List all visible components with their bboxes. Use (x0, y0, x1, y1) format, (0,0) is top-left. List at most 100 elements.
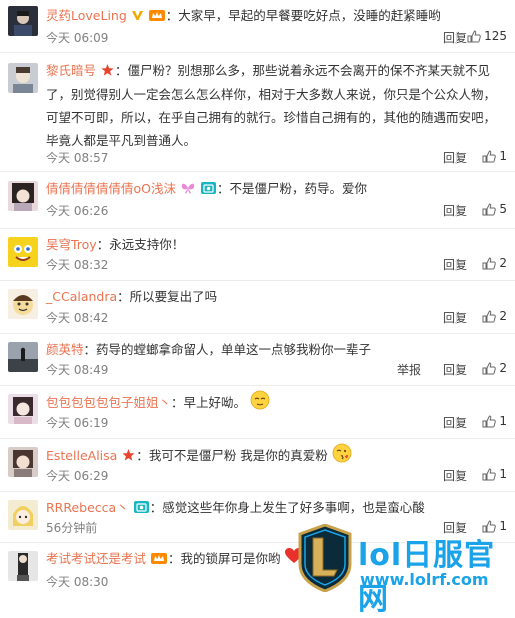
report-button[interactable]: 举报 (397, 361, 421, 378)
comment-time: 今天 08:30 (46, 575, 109, 589)
comment-username[interactable]: 倩倩倩倩倩倩倩oO浅沫 (46, 181, 176, 196)
avatar[interactable] (8, 63, 38, 93)
comment-text: 大家早，早起的早餐要吃好点，没睡的赶紧睡哟 (178, 8, 441, 23)
comment-text: 我可不是僵尸粉 我是你的真爱粉 (148, 448, 328, 463)
like-count: 1 (499, 467, 507, 481)
comment-username[interactable]: 考试考试还是考试 (46, 551, 146, 566)
comment-text: 药导的螳螂拿命留人，单单这一点够我粉你一辈子 (96, 342, 372, 357)
kiss-emoji-icon (332, 443, 352, 470)
lol-logo-icon (296, 523, 354, 593)
thumbs-up-icon (482, 202, 497, 216)
comment-text: 我的锁屏可是你哟 (180, 551, 281, 566)
comment-time: 今天 08:57 (46, 151, 109, 165)
reply-button[interactable]: 回复 (443, 256, 467, 273)
reply-button[interactable]: 回复 (443, 467, 467, 484)
like-button[interactable]: 1 (482, 414, 507, 428)
avatar[interactable] (8, 181, 38, 211)
comment-time: 今天 06:29 (46, 469, 109, 483)
comment-username[interactable]: 灵药LoveLing (46, 8, 127, 23)
comment-username[interactable]: 黎氏暗号 (46, 63, 96, 78)
like-count: 125 (484, 29, 507, 43)
camera-badge-icon (200, 178, 216, 201)
comment-list: 灵药LoveLing ：大家早，早起的早餐要吃好点，没睡的赶紧睡哟 今天 06:… (0, 0, 515, 603)
avatar[interactable] (8, 500, 38, 530)
comment-text: 早上好呦。 (183, 395, 247, 410)
divider (456, 205, 457, 217)
avatar[interactable] (8, 289, 38, 319)
comment-text: 所以要复出了吗 (129, 289, 218, 304)
like-count: 2 (499, 309, 507, 323)
vip-crown-icon (151, 548, 167, 571)
like-button[interactable]: 5 (482, 202, 507, 216)
like-button[interactable]: 1 (482, 467, 507, 481)
like-button[interactable]: 1 (482, 149, 507, 163)
thumbs-up-icon (482, 361, 497, 375)
comment-username[interactable]: _CCalandra (46, 289, 117, 304)
divider (456, 152, 457, 164)
comment-time: 今天 08:49 (46, 363, 109, 377)
comment-username[interactable]: 吴穹Troy (46, 237, 97, 252)
comment-item: 吴穹Troy：永远支持你！ 今天 08:32 回复 2 (0, 229, 515, 281)
divider (456, 32, 457, 44)
watermark: lol日服官网 www.lolrf.com (296, 523, 515, 617)
comment-time: 今天 06:19 (46, 416, 109, 430)
like-button[interactable]: 2 (482, 256, 507, 270)
reply-button[interactable]: 回复 (443, 309, 467, 326)
thumbs-up-icon (482, 467, 497, 481)
comment-time: 今天 06:09 (46, 31, 109, 45)
comment-username[interactable]: RRRebecca丶 (46, 500, 129, 515)
comment-text: 感觉这些年你身上发生了好多事啊，也是蛮心酸 (162, 500, 425, 515)
comment-item: EstelleAlisa ：我可不是僵尸粉 我是你的真爱粉 今天 06:29 回… (0, 439, 515, 492)
thumbs-up-icon (482, 309, 497, 323)
like-button[interactable]: 125 (467, 29, 507, 43)
watermark-url: www.lolrf.com (360, 570, 489, 589)
comment-item: 包包包包包包子姐姐丶：早上好呦。 今天 06:19 回复 1 (0, 386, 515, 439)
divider (456, 364, 457, 376)
avatar[interactable] (8, 551, 38, 581)
relieved-emoji-icon (250, 390, 270, 417)
avatar[interactable] (8, 342, 38, 372)
vip-crown-icon (148, 5, 165, 28)
reply-button[interactable]: 回复 (443, 202, 467, 219)
like-count: 2 (499, 361, 507, 375)
comment-item: 黎氏暗号 ：僵尸粉？别想那么多，那些说着永远不会离开的保不齐某天就不见了，别觉得… (0, 53, 515, 172)
avatar[interactable] (8, 6, 38, 36)
divider (456, 312, 457, 324)
thumbs-up-icon (482, 414, 497, 428)
like-count: 2 (499, 256, 507, 270)
camera-badge-icon (133, 497, 149, 520)
like-count: 5 (499, 202, 507, 216)
divider (456, 470, 457, 482)
comment-time: 今天 08:42 (46, 311, 109, 325)
comment-item: 倩倩倩倩倩倩倩oO浅沫 ：不是僵尸粉，药导。爱你 今天 06:26 回复 5 (0, 172, 515, 229)
reply-button[interactable]: 回复 (443, 361, 467, 378)
thumbs-up-icon (482, 149, 497, 163)
avatar[interactable] (8, 394, 38, 424)
comment-item: 颜英特：药导的螳螂拿命留人，单单这一点够我粉你一辈子 今天 08:49 举报 回… (0, 334, 515, 386)
butterfly-icon (181, 178, 195, 201)
like-count: 1 (499, 149, 507, 163)
comment-username[interactable]: 包包包包包包子姐姐丶 (46, 395, 171, 410)
thumbs-up-icon (482, 256, 497, 270)
thumbs-up-icon (467, 29, 481, 43)
divider (456, 259, 457, 271)
comment-time: 今天 06:26 (46, 204, 109, 218)
comment-text: 不是僵尸粉，药导。爱你 (229, 181, 367, 196)
comment-username[interactable]: EstelleAlisa (46, 448, 117, 463)
comment-item: _CCalandra：所以要复出了吗 今天 08:42 回复 2 (0, 281, 515, 334)
like-button[interactable]: 2 (482, 309, 507, 323)
reply-button[interactable]: 回复 (443, 149, 467, 166)
avatar[interactable] (8, 237, 38, 267)
like-count: 1 (499, 414, 507, 428)
comment-username[interactable]: 颜英特 (46, 342, 84, 357)
like-button[interactable]: 2 (482, 361, 507, 375)
comment-time: 56分钟前 (46, 521, 98, 535)
reply-button[interactable]: 回复 (443, 414, 467, 431)
reply-button[interactable]: 回复 (443, 29, 467, 46)
avatar[interactable] (8, 447, 38, 477)
comment-time: 今天 08:32 (46, 258, 109, 272)
comment-item: 灵药LoveLing ：大家早，早起的早餐要吃好点，没睡的赶紧睡哟 今天 06:… (0, 0, 515, 53)
verified-v-icon (131, 5, 143, 28)
star-badge-icon (101, 60, 114, 83)
star-badge-icon (122, 445, 135, 468)
